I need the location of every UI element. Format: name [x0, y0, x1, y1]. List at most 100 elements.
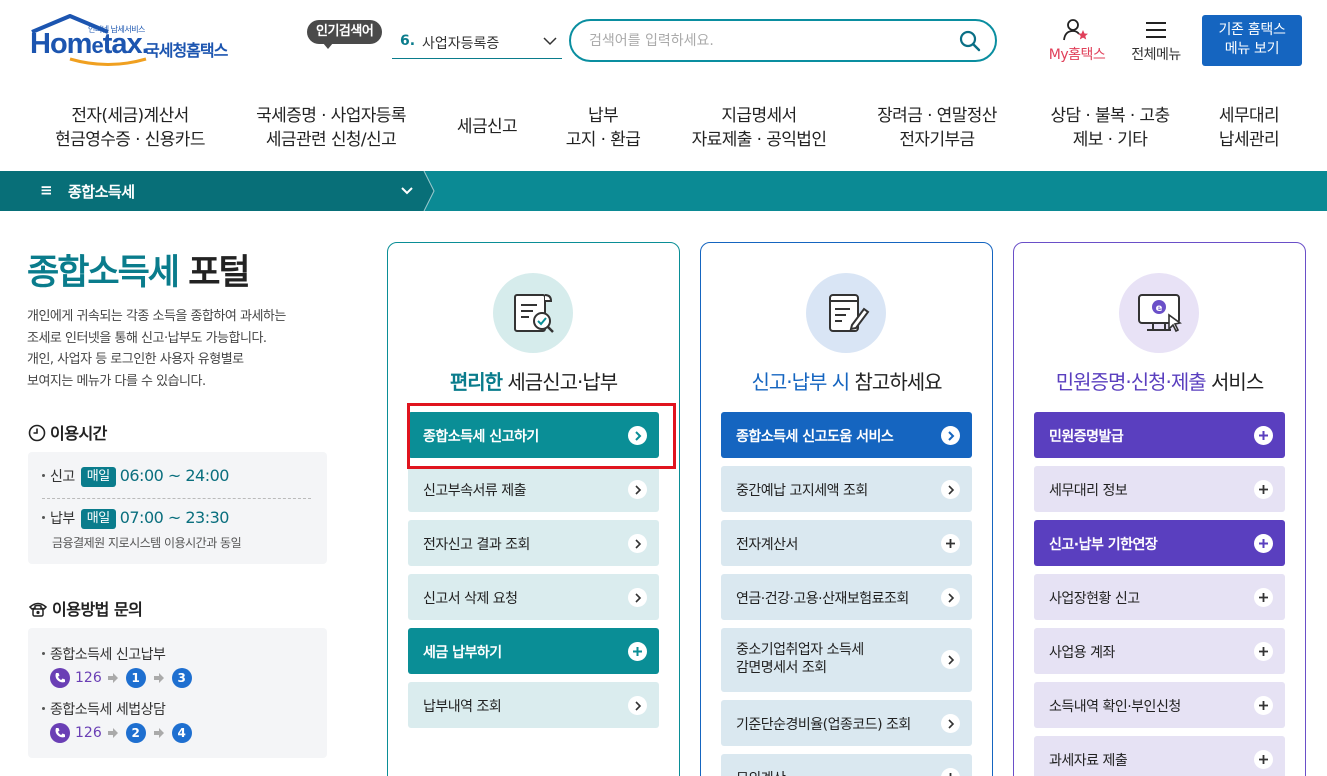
computer-click-icon: e: [1119, 273, 1199, 353]
document-check-icon: [493, 273, 573, 353]
hours-note: 금융결제원 지로시스템 이용시간과 동일: [52, 536, 242, 550]
popular-search-select[interactable]: 6. 사업자등록증: [392, 26, 562, 59]
delete-return-request-link[interactable]: 신고서 삭제 요청: [408, 574, 659, 620]
submit-attachment-link[interactable]: 신고부속서류 제출: [408, 466, 659, 512]
gnb-item-payment[interactable]: 납부 고지 · 환급: [556, 104, 650, 152]
gnb-item-payment-statement[interactable]: 지급명세서 자료제출 · 공익법인: [684, 104, 834, 152]
item-label: 사업용 계좌: [1049, 645, 1115, 661]
business-status-report-link[interactable]: 사업장현황 신고: [1034, 574, 1285, 620]
inquiry-box: 종합소득세 신고납부 126 1 3 종합소득세 세법상담 126 2 4: [28, 628, 327, 758]
gnb-item-certificate[interactable]: 국세증명 · 사업자등록 세금관련 신청/신고: [250, 104, 412, 152]
item-label: 신고부속서류 제출: [423, 483, 527, 499]
item-label: 세무대리 정보: [1049, 483, 1128, 499]
gnb-label: 상담 · 불복 · 고충: [1050, 106, 1170, 126]
payment-history-link[interactable]: 납부내역 조회: [408, 682, 659, 728]
gnb-label: 자료제출 · 공익법인: [691, 130, 827, 150]
popular-search-badge: 인기검색어: [307, 20, 383, 49]
item-label-line: 감면명세서 조회: [736, 660, 827, 676]
mock-calculation-link[interactable]: 모의계산: [721, 754, 972, 776]
phone-icon: [50, 668, 70, 688]
chevron-right-icon: [628, 696, 647, 715]
telephone-icon: [28, 602, 48, 617]
sub-menu-select[interactable]: [0, 171, 424, 211]
gnb-item-e-invoice[interactable]: 전자(세금)계산서 현금영수증 · 신용카드: [50, 104, 210, 152]
e-filing-result-link[interactable]: 전자신고 결과 조회: [408, 520, 659, 566]
gnb-item-tax-agent[interactable]: 세무대리 납세관리: [1210, 104, 1288, 152]
item-label: 민원증명발급: [1049, 429, 1124, 445]
chevron-right-icon: [941, 426, 960, 445]
income-confirm-link[interactable]: 소득내역 확인·부인신청: [1034, 682, 1285, 728]
chevron-right-icon: [628, 480, 647, 499]
chevron-down-icon[interactable]: [400, 184, 414, 198]
all-menu-button[interactable]: 전체메뉴: [1124, 18, 1188, 66]
insurance-premium-link[interactable]: 연금·건강·고용·산재보험료조회: [721, 574, 972, 620]
report-help-service-button[interactable]: 종합소득세 신고도움 서비스: [721, 412, 972, 458]
inquiry-item: 종합소득세 신고납부: [42, 644, 166, 664]
item-label: 과세자료 제출: [1049, 753, 1128, 769]
item-label: 세금 납부하기: [423, 645, 502, 661]
inquiry-heading-text: 이용방법 문의: [52, 600, 143, 619]
chevron-right-icon: [628, 534, 647, 553]
gnb-item-consult[interactable]: 상담 · 불복 · 고충 제보 · 기타: [1040, 104, 1180, 152]
divider: [42, 498, 311, 499]
item-label: 신고서 삭제 요청: [423, 591, 518, 607]
gnb-label: 전자기부금: [899, 130, 975, 150]
highlight-frame: [407, 403, 676, 469]
page-title-highlight: 종합소득세: [27, 253, 180, 293]
interim-prepayment-link[interactable]: 중간예납 고지세액 조회: [721, 466, 972, 512]
gnb-item-tax-report[interactable]: 세금신고: [448, 115, 526, 139]
hometax-logo[interactable]: 인터넷 납세서비스 Hometax. 국세청홈택스: [28, 14, 248, 70]
search-bar: [569, 19, 997, 62]
menu-number-badge: 4: [171, 723, 192, 743]
item-label: 연금·건강·고용·산재보험료조회: [736, 591, 909, 607]
old-menu-line2: 메뉴 보기: [1224, 41, 1280, 57]
page-title: 종합소득세 포털: [27, 244, 251, 295]
daily-badge: 매일: [80, 467, 116, 487]
popular-rank: 6.: [400, 33, 416, 49]
certificate-issue-button[interactable]: 민원증명발급: [1034, 412, 1285, 458]
pay-tax-button[interactable]: 세금 납부하기: [408, 628, 659, 674]
gnb-item-incentive[interactable]: 장려금 · 연말정산 전자기부금: [870, 104, 1004, 152]
search-input[interactable]: [589, 29, 949, 53]
item-label: 신고·납부 기한연장: [1049, 537, 1158, 553]
chevron-down-icon: [543, 37, 557, 46]
card-title-rest: 참고하세요: [849, 370, 943, 394]
gnb-label: 현금영수증 · 신용카드: [55, 130, 205, 150]
card-title-highlight: 민원증명·신청·제출: [1055, 370, 1207, 394]
svg-text:e: e: [1156, 303, 1163, 314]
tax-agent-info-link[interactable]: 세무대리 정보: [1034, 466, 1285, 512]
item-label: 종합소득세 신고도움 서비스: [736, 429, 894, 445]
breadcrumb-arrow-icon: [420, 171, 435, 211]
arrow-right-icon: [153, 728, 164, 738]
phone-sequence: 126 2 4: [50, 722, 200, 744]
logo-korean-name: 국세청홈택스: [145, 41, 228, 60]
chevron-right-icon: [941, 650, 960, 669]
item-label: 중간예납 고지세액 조회: [736, 483, 868, 499]
submit-tax-data-link[interactable]: 과세자료 제출: [1034, 736, 1285, 776]
deadline-extension-button[interactable]: 신고·납부 기한연장: [1034, 520, 1285, 566]
user-star-icon: [1063, 19, 1088, 41]
clock-icon: [28, 424, 46, 442]
old-hometax-menu-button[interactable]: 기존 홈택스 메뉴 보기: [1202, 15, 1302, 66]
arrow-right-icon: [153, 673, 164, 683]
plus-icon: [1254, 480, 1273, 499]
gnb-label: 세무대리: [1218, 106, 1280, 126]
item-label: 모의계산: [736, 768, 786, 776]
e-invoice-link[interactable]: 전자계산서: [721, 520, 972, 566]
gnb-label: 전자(세금)계산서: [71, 106, 189, 126]
plus-icon: [628, 642, 647, 661]
item-label-line: 중소기업취업자 소득세: [736, 642, 864, 658]
sme-reduction-link[interactable]: 중소기업취업자 소득세감면명세서 조회: [721, 628, 972, 692]
arrow-right-icon: [107, 673, 118, 683]
inquiry-item: 종합소득세 세법상담: [42, 699, 166, 719]
gnb-label: 제보 · 기타: [1072, 130, 1148, 150]
chevron-right-icon: [628, 588, 647, 607]
business-account-link[interactable]: 사업용 계좌: [1034, 628, 1285, 674]
all-menu-label: 전체메뉴: [1131, 47, 1181, 63]
phone-icon: [50, 723, 70, 743]
search-icon[interactable]: [959, 30, 981, 52]
pay-hours: 납부 매일 07:00 ~ 23:30: [42, 508, 229, 529]
expense-rate-link[interactable]: 기준단순경비율(업종코드) 조회: [721, 700, 972, 746]
my-hometax-button[interactable]: My홈택스: [1040, 18, 1114, 66]
gnb-label: 납세관리: [1218, 130, 1280, 150]
